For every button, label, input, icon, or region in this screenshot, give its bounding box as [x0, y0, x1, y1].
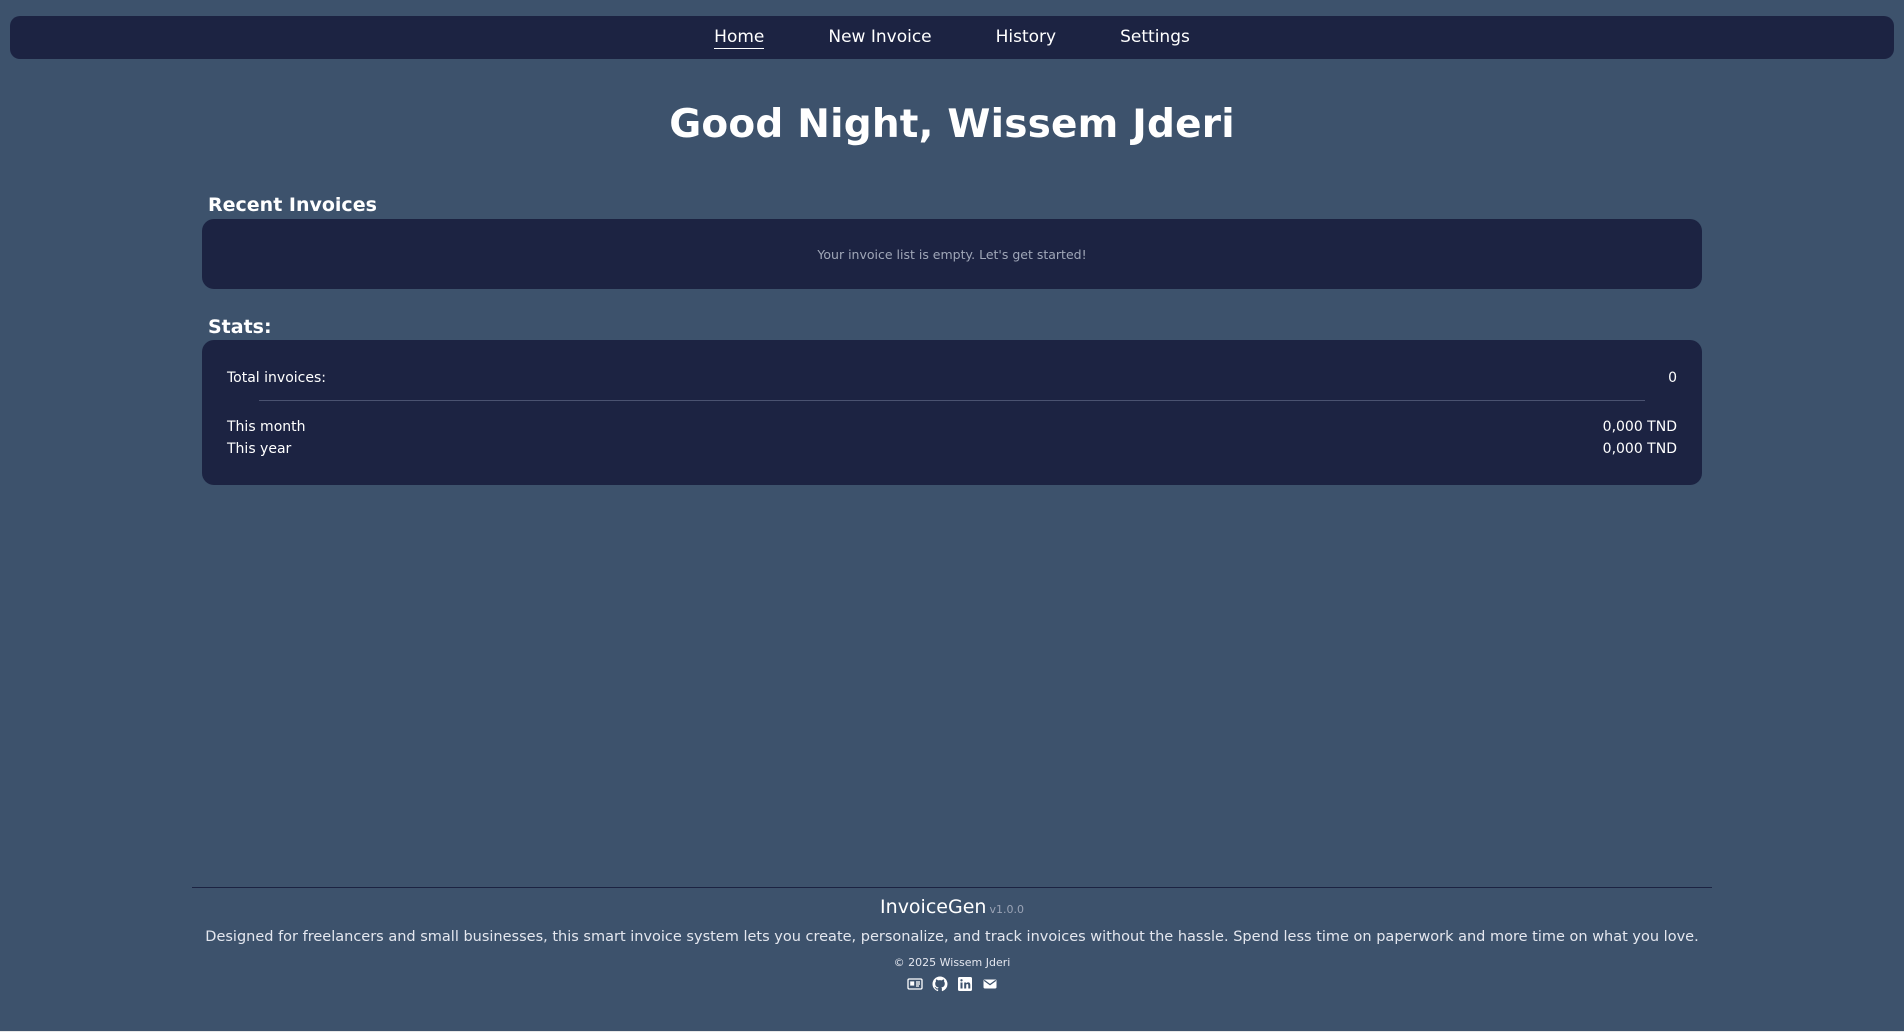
nav-history[interactable]: History	[996, 27, 1056, 48]
id-card-icon[interactable]	[906, 976, 923, 992]
stats-title: Stats:	[208, 316, 272, 338]
mail-icon[interactable]	[982, 976, 998, 992]
footer-social-links	[0, 976, 1904, 992]
footer-divider	[192, 887, 1712, 888]
stat-row-year: This year 0,000 TND	[227, 440, 1677, 458]
empty-invoices-message: Your invoice list is empty. Let's get st…	[817, 246, 1087, 262]
this-month-label: This month	[227, 419, 306, 435]
nav-new-invoice[interactable]: New Invoice	[828, 27, 931, 48]
stat-row-month: This month 0,000 TND	[227, 418, 1677, 436]
recent-invoices-panel: Your invoice list is empty. Let's get st…	[202, 219, 1702, 289]
recent-invoices-title: Recent Invoices	[208, 194, 377, 216]
stats-divider	[259, 400, 1645, 401]
github-icon[interactable]	[932, 976, 948, 992]
footer-app-name: InvoiceGen	[880, 896, 987, 918]
page: Home New Invoice History Settings Good N…	[0, 0, 1904, 1032]
nav-settings[interactable]: Settings	[1120, 27, 1190, 48]
total-invoices-label: Total invoices:	[227, 370, 326, 386]
this-year-value: 0,000 TND	[1602, 441, 1677, 457]
footer-version: v1.0.0	[989, 903, 1024, 916]
top-navbar: Home New Invoice History Settings	[10, 16, 1894, 59]
total-invoices-value: 0	[1668, 370, 1677, 386]
this-month-value: 0,000 TND	[1602, 419, 1677, 435]
footer-brand: InvoiceGen v1.0.0	[0, 895, 1904, 922]
linkedin-icon[interactable]	[957, 976, 973, 992]
stat-row-total: Total invoices: 0	[227, 369, 1677, 387]
greeting-heading: Good Night, Wissem Jderi	[669, 102, 1235, 147]
this-year-label: This year	[227, 441, 292, 457]
nav-home[interactable]: Home	[714, 27, 765, 49]
footer-description: Designed for freelancers and small busin…	[205, 929, 1699, 945]
footer-copyright: © 2025 Wissem Jderi	[893, 956, 1011, 969]
stats-panel: Total invoices: 0 This month 0,000 TND T…	[202, 340, 1702, 485]
